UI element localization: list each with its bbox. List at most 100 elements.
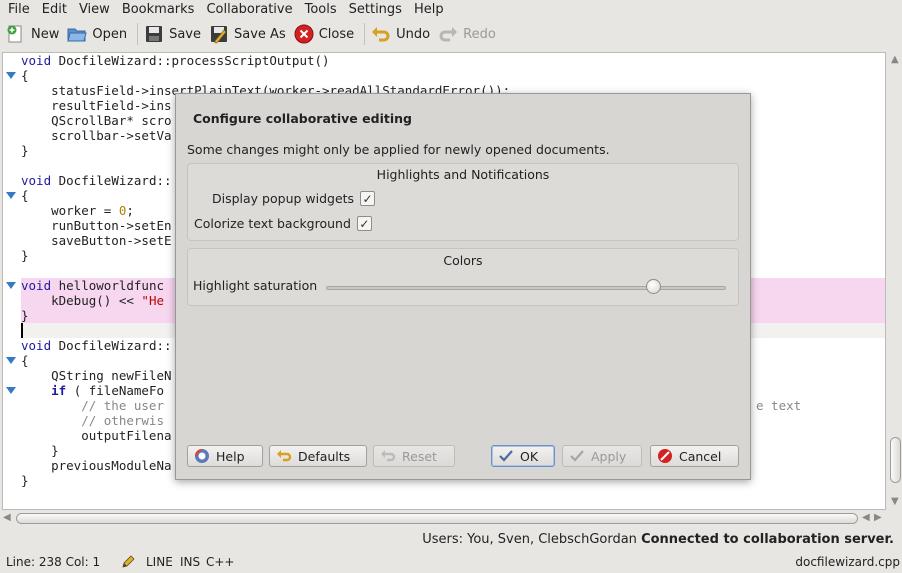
cursor-position: Line: 238 Col: 1 [6,555,101,569]
insert-mode[interactable]: INS [180,555,200,569]
ok-button[interactable]: OK [491,445,555,467]
apply-label: Apply [591,448,627,464]
scroll-right-icon[interactable]: ▶ [874,512,882,523]
code-text: kDebug() << [21,293,142,308]
reset-button[interactable]: Reset [373,445,455,467]
open-button[interactable]: Open [65,21,133,47]
open-label: Open [92,26,128,42]
code-text: DocfileWizard::processScriptOutput() [51,53,330,68]
scroll-up-icon[interactable]: ▲ [891,54,899,65]
menu-bookmarks[interactable]: Bookmarks [116,0,201,20]
code-text: { [21,68,29,83]
code-text: } [21,443,59,458]
code-text: QScrollBar* scro [21,113,172,128]
code-keyword: void [21,338,52,353]
popup-widgets-row: Display popup widgets ✓ [212,191,376,206]
scroll-left-icon[interactable]: ◀ [862,512,870,523]
syntax-mode[interactable]: C++ [206,555,235,569]
fold-arrow-icon[interactable] [6,357,16,364]
new-button[interactable]: New [4,21,65,47]
fold-arrow-icon[interactable] [6,192,16,199]
new-label: New [31,26,60,42]
code-keyword: void [21,173,52,188]
code-keyword: if [51,383,67,398]
configure-dialog: Configure collaborative editing Some cha… [175,93,751,480]
code-text: ; [126,203,134,218]
fold-arrow-icon[interactable] [6,72,16,79]
toolbar-separator [137,23,139,45]
close-button[interactable]: Close [292,21,360,47]
connection-status: Connected to collaboration server. [641,532,894,547]
scroll-left-icon[interactable]: ◀ [3,512,11,523]
status-bar: Line: 238 Col: 1 LINE INS C++ docfilewiz… [0,553,902,571]
code-text: } [21,308,29,323]
menu-settings[interactable]: Settings [343,0,408,20]
redo-icon [438,24,458,44]
save-as-button[interactable]: Save As [207,21,292,47]
code-line: { [6,68,885,83]
help-button[interactable]: Help [187,445,263,467]
undo-label: Undo [396,26,431,42]
menu-file[interactable]: File [2,0,36,20]
menu-collaborative[interactable]: Collaborative [200,0,298,20]
code-text: DocfileWizard:: [51,338,172,353]
undo-icon [276,448,292,464]
save-label: Save [169,26,202,42]
save-as-label: Save As [234,26,286,42]
vertical-scrollbar[interactable]: ▲ ▼ [888,52,902,510]
vertical-scroll-thumb[interactable] [890,437,901,483]
save-as-icon [209,24,229,44]
code-text: { [21,188,29,203]
fold-gutter [3,53,19,509]
file-name: docfilewizard.cpp [795,555,900,569]
close-label: Close [318,26,355,42]
code-text: DocfileWizard:: [51,173,172,188]
colorize-checkbox[interactable]: ✓ [356,216,372,231]
popup-widgets-checkbox[interactable]: ✓ [360,191,376,206]
fold-arrow-icon[interactable] [6,387,16,394]
menu-view[interactable]: View [73,0,116,20]
code-keyword: void [21,53,52,68]
code-text: runButton->setEn [21,218,172,233]
code-text: resultField->ins [21,98,172,113]
save-button[interactable]: Save [142,21,207,47]
folder-open-icon [67,24,87,44]
saturation-slider-handle[interactable] [646,279,661,294]
highlights-group: Highlights and Notifications Display pop… [187,163,739,241]
colors-group: Colors [187,248,739,306]
code-text: } [21,248,29,263]
menu-tools[interactable]: Tools [299,0,343,20]
fold-arrow-icon[interactable] [6,282,16,289]
check-icon [569,448,585,464]
menu-edit[interactable]: Edit [36,0,73,20]
ok-label: OK [520,448,539,464]
menu-help[interactable]: Help [408,0,450,20]
scroll-down-icon[interactable]: ▼ [891,496,899,507]
toolbar-separator [364,23,366,45]
menu-bar: File Edit View Bookmarks Collaborative T… [0,0,902,20]
redo-label: Redo [463,26,496,42]
text-cursor [21,323,23,338]
selection-mode[interactable]: LINE [146,555,173,569]
help-label: Help [216,448,245,464]
code-text: previousModuleNa [21,458,172,473]
apply-button[interactable]: Apply [562,445,642,467]
cancel-icon [657,448,673,464]
undo-button[interactable]: Undo [369,21,436,47]
defaults-button[interactable]: Defaults [269,445,367,467]
horizontal-scrollbar[interactable]: ◀ ◀ ▶ [2,511,886,526]
cancel-button[interactable]: Cancel [650,445,739,467]
group-title: Colors [443,253,483,268]
defaults-label: Defaults [298,448,351,464]
code-text: saveButton->setE [21,233,172,248]
code-comment: // otherwis [21,413,164,428]
new-document-icon [6,24,26,44]
redo-button[interactable]: Redo [436,21,502,47]
code-comment: // the user [21,398,164,413]
check-icon [498,448,514,464]
saturation-slider[interactable] [326,286,726,290]
help-icon [194,448,210,464]
horizontal-scroll-thumb[interactable] [16,513,858,524]
pencil-icon[interactable] [120,554,136,573]
